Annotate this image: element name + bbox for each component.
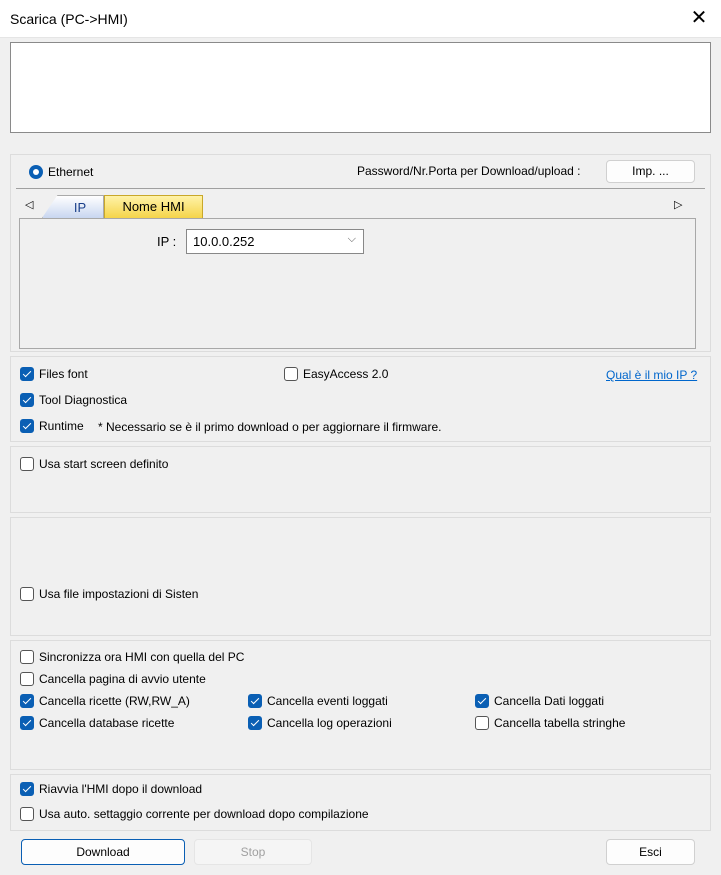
checkbox-label: Runtime [39, 419, 84, 433]
checkbox-label: Usa start screen definito [39, 457, 169, 471]
window-title: Scarica (PC->HMI) [10, 11, 128, 27]
clear-recipe-db-checkbox[interactable]: Cancella database ricette [20, 716, 174, 730]
checkbox-box[interactable] [20, 587, 34, 601]
files-font-checkbox[interactable]: Files font [20, 367, 88, 381]
tool-diag-checkbox[interactable]: Tool Diagnostica [20, 393, 127, 407]
checkbox-label: Cancella eventi loggati [267, 694, 388, 708]
checkbox-box[interactable] [20, 457, 34, 471]
password-label: Password/Nr.Porta per Download/upload : [357, 164, 581, 178]
ip-select[interactable]: 10.0.0.252 ⌵ [186, 229, 364, 254]
download-button[interactable]: Download [21, 839, 185, 865]
checkbox-box[interactable] [248, 694, 262, 708]
clear-events-checkbox[interactable]: Cancella eventi loggati [248, 694, 388, 708]
tab-scroll-left-icon[interactable]: ◁ [25, 198, 33, 211]
clear-data-checkbox[interactable]: Cancella Dati loggati [475, 694, 604, 708]
checkbox-label: Cancella pagina di avvio utente [39, 672, 206, 686]
checkbox-label: EasyAccess 2.0 [303, 367, 389, 381]
ethernet-radio[interactable]: Ethernet [29, 165, 93, 179]
stop-button[interactable]: Stop [194, 839, 312, 865]
checkbox-label: Ethernet [48, 165, 94, 179]
chevron-down-icon: ⌵ [347, 233, 356, 245]
system-file-checkbox[interactable]: Usa file impostazioni di Sisten [20, 587, 198, 601]
checkbox-label: Cancella ricette (RW,RW_A) [39, 694, 190, 708]
checkbox-box[interactable] [475, 694, 489, 708]
clear-recipes-checkbox[interactable]: Cancella ricette (RW,RW_A) [20, 694, 190, 708]
clear-strings-checkbox[interactable]: Cancella tabella stringhe [475, 716, 625, 730]
checkbox-label: Files font [39, 367, 88, 381]
imp-button[interactable]: Imp. ... [606, 160, 695, 183]
start-screen-checkbox[interactable]: Usa start screen definito [20, 457, 168, 471]
exit-button[interactable]: Esci [606, 839, 695, 865]
radio-selected-icon [29, 165, 43, 179]
ip-label: IP : [157, 234, 177, 249]
checkbox-box[interactable] [475, 716, 489, 730]
close-icon[interactable]: ✕ [686, 5, 712, 31]
tab-nome-hmi[interactable]: Nome HMI [104, 195, 203, 218]
restart-checkbox[interactable]: Riavvia l'HMI dopo il download [20, 782, 202, 796]
checkbox-box[interactable] [20, 694, 34, 708]
checkbox-box[interactable] [20, 419, 34, 433]
checkbox-box[interactable] [20, 782, 34, 796]
checkbox-box[interactable] [20, 716, 34, 730]
checkbox-box[interactable] [20, 807, 34, 821]
sync-checkbox[interactable]: Sincronizza ora HMI con quella del PC [20, 650, 244, 664]
checkbox-label: Tool Diagnostica [39, 393, 128, 407]
ip-value: 10.0.0.252 [193, 234, 255, 249]
system-file-group [10, 517, 711, 636]
tab-scroll-right-icon[interactable]: ▷ [674, 198, 682, 211]
checkbox-label: Usa auto. settaggio corrente per downloa… [39, 807, 369, 821]
runtime-checkbox[interactable]: Runtime [20, 419, 84, 433]
checkbox-label: Cancella database ricette [39, 716, 175, 730]
checkbox-box[interactable] [20, 650, 34, 664]
checkbox-label: Riavvia l'HMI dopo il download [39, 782, 203, 796]
auto-setting-checkbox[interactable]: Usa auto. settaggio corrente per downloa… [20, 807, 369, 821]
status-log-area [10, 42, 711, 133]
runtime-note: * Necessario se è il primo download o pe… [98, 420, 442, 434]
checkbox-label: Sincronizza ora HMI con quella del PC [39, 650, 245, 664]
divider [16, 188, 705, 189]
easyaccess-checkbox[interactable]: EasyAccess 2.0 [284, 367, 388, 381]
checkbox-box[interactable] [20, 393, 34, 407]
clear-startpage-checkbox[interactable]: Cancella pagina di avvio utente [20, 672, 206, 686]
checkbox-label: Cancella Dati loggati [494, 694, 605, 708]
checkbox-box[interactable] [248, 716, 262, 730]
clear-oplog-checkbox[interactable]: Cancella log operazioni [248, 716, 392, 730]
checkbox-box[interactable] [20, 367, 34, 381]
checkbox-label: Usa file impostazioni di Sisten [39, 587, 199, 601]
checkbox-label: Cancella tabella stringhe [494, 716, 626, 730]
checkbox-box[interactable] [284, 367, 298, 381]
my-ip-link[interactable]: Qual è il mio IP ? [606, 368, 697, 382]
checkbox-box[interactable] [20, 672, 34, 686]
checkbox-label: Cancella log operazioni [267, 716, 392, 730]
